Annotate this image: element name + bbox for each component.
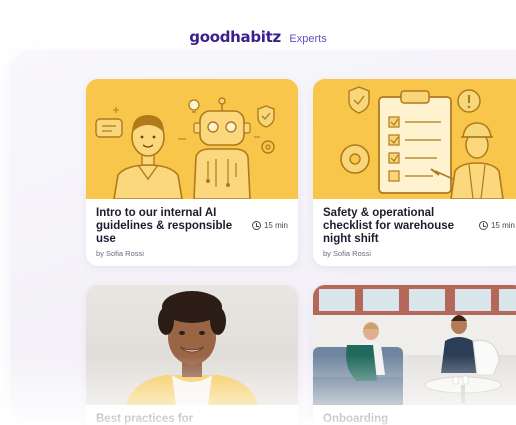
duration-label: 15 min	[490, 221, 515, 230]
course-author: by Sofia Rossi	[323, 249, 371, 258]
card-body: Safety & operational checklist for wareh…	[313, 199, 516, 266]
course-duration: 15 min	[478, 221, 515, 230]
card-body: Onboarding	[313, 405, 516, 425]
brand-header: goodhabitz Experts	[0, 28, 516, 47]
clock-icon	[251, 221, 261, 230]
course-title: Safety & operational checklist for wareh…	[323, 207, 455, 245]
course-duration: 15 min	[251, 221, 288, 230]
course-title: Best practices for	[96, 413, 194, 425]
course-card-onboarding[interactable]: Onboarding	[313, 285, 516, 425]
course-title: Onboarding	[323, 413, 389, 425]
safety-illustration	[313, 79, 516, 199]
clock-icon	[478, 221, 488, 230]
card-body: Best practices for	[86, 405, 298, 425]
course-card-best-practices[interactable]: Best practices for	[86, 285, 298, 425]
brand-suffix: Experts	[289, 33, 327, 45]
card-body: Intro to our internal AI guidelines & re…	[86, 199, 298, 266]
course-card-ai-guidelines[interactable]: Intro to our internal AI guidelines & re…	[86, 79, 298, 266]
course-thumbnail	[86, 79, 298, 199]
duration-label: 15 min	[263, 221, 288, 230]
page: goodhabitz Experts Intro to our internal…	[0, 0, 516, 425]
ai-illustration	[86, 79, 298, 199]
course-card-safety-checklist[interactable]: Safety & operational checklist for wareh…	[313, 79, 516, 266]
office-photo	[313, 285, 516, 405]
course-author: by Sofia Rossi	[96, 249, 144, 258]
course-thumbnail	[313, 285, 516, 405]
course-title: Intro to our internal AI guidelines & re…	[96, 207, 233, 245]
course-thumbnail	[313, 79, 516, 199]
brand-logo: goodhabitz	[189, 28, 281, 46]
portrait-photo	[86, 285, 298, 405]
course-thumbnail	[86, 285, 298, 405]
